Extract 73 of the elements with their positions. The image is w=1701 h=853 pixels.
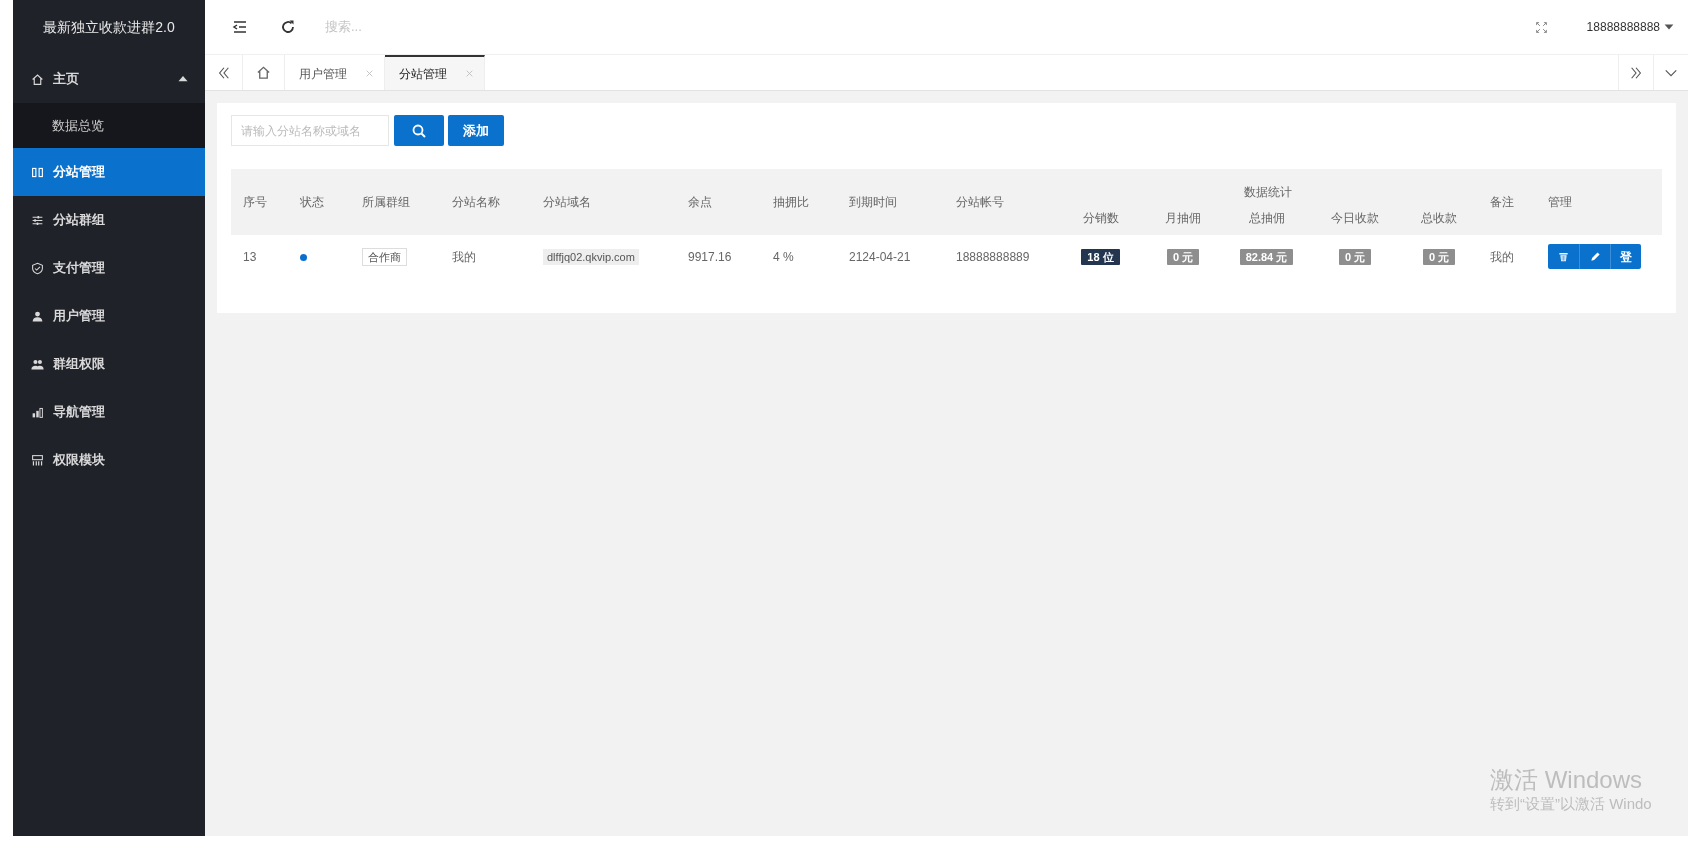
- caret-down-icon: [1664, 22, 1675, 32]
- refresh-button[interactable]: [279, 18, 297, 36]
- table-cell: 18888888889: [956, 249, 1030, 264]
- column-header: 所属群组: [350, 169, 440, 235]
- column-header: 抽拥比: [761, 169, 837, 235]
- trash-icon: [1558, 251, 1570, 262]
- sidebar-item[interactable]: 用户管理: [13, 292, 205, 340]
- collapse-menu-button[interactable]: [231, 18, 249, 36]
- table-cell: 4 %: [773, 249, 794, 264]
- table-cell: 9917.16: [688, 249, 732, 264]
- column-header: 分站帐号: [944, 169, 1058, 235]
- sidebar-item[interactable]: 主页: [13, 55, 205, 103]
- home-icon: [256, 65, 271, 80]
- column-header: 备注: [1478, 169, 1537, 235]
- close-icon: [365, 69, 374, 78]
- column-header: 分站域名: [531, 169, 676, 235]
- column-header: 总抽佣: [1223, 201, 1310, 235]
- search-field[interactable]: 请输入分站名称或域名: [231, 115, 389, 146]
- sliders-icon: [31, 213, 44, 227]
- column-header: 余点: [676, 169, 761, 235]
- sidebar-item[interactable]: 权限模块: [13, 436, 205, 484]
- pencil-icon: [1589, 251, 1601, 262]
- stat-badge: 18 位: [1081, 248, 1120, 265]
- delete-button[interactable]: [1548, 244, 1580, 269]
- table-cell: 2124-04-21: [849, 249, 911, 264]
- user-icon: [31, 309, 44, 323]
- domain-tag: dlffjq02.qkvip.com: [543, 248, 639, 265]
- double-chevron-right-icon: [1629, 65, 1644, 80]
- column-header: 月抽佣: [1143, 201, 1223, 235]
- column-header: 分销数: [1058, 201, 1143, 235]
- stat-badge: 0 元: [1338, 248, 1372, 265]
- fullscreen-icon: [1534, 20, 1548, 34]
- indent-icon: [232, 19, 248, 35]
- search-icon: [411, 122, 427, 139]
- columns-icon: [31, 165, 44, 179]
- column-header: 总收款: [1400, 201, 1479, 235]
- group-tag: 合作商: [362, 247, 407, 266]
- column-group-header: 数据统计: [1058, 169, 1479, 201]
- stat-badge: 0 元: [1166, 248, 1200, 265]
- table-cell: 我的: [452, 249, 476, 264]
- search-button[interactable]: [394, 115, 444, 146]
- table-cell: 13: [243, 249, 257, 264]
- refresh-icon: [280, 19, 296, 35]
- column-header: 到期时间: [837, 169, 944, 235]
- stat-badge: 0 元: [1422, 248, 1456, 265]
- user-menu[interactable]: 18888888888: [1586, 18, 1675, 36]
- login-button[interactable]: 登: [1610, 244, 1642, 269]
- sidebar-item[interactable]: 群组权限: [13, 340, 205, 388]
- users-icon: [31, 357, 44, 371]
- close-icon: [465, 69, 474, 78]
- bar-chart-icon: [31, 405, 44, 419]
- double-chevron-left-icon: [216, 65, 231, 80]
- tab[interactable]: 分站管理: [385, 55, 485, 90]
- column-header: 管理: [1536, 169, 1663, 235]
- stat-badge: 82.84 元: [1239, 248, 1294, 265]
- column-header: 分站名称: [440, 169, 531, 235]
- column-header: 状态: [288, 169, 350, 235]
- search-field[interactable]: 搜索...: [325, 17, 525, 37]
- table-cell: 我的: [1490, 249, 1515, 264]
- app-title: 最新独立收款进群2.0: [42, 18, 176, 37]
- sidebar-item[interactable]: 分站群组: [13, 196, 205, 244]
- home-icon: [31, 72, 44, 86]
- sidebar-subitem[interactable]: 数据总览: [13, 103, 205, 148]
- sidebar-item[interactable]: 分站管理: [13, 148, 205, 196]
- shield-icon: [31, 261, 44, 275]
- column-header: 序号: [231, 169, 288, 235]
- fullscreen-button[interactable]: [1534, 20, 1549, 34]
- sidebar-item[interactable]: 导航管理: [13, 388, 205, 436]
- edit-button[interactable]: [1579, 244, 1611, 269]
- sidebar-item[interactable]: 支付管理: [13, 244, 205, 292]
- add-button[interactable]: 添加: [448, 115, 504, 146]
- grid-icon: [31, 453, 44, 467]
- column-header: 今日收款: [1310, 201, 1400, 235]
